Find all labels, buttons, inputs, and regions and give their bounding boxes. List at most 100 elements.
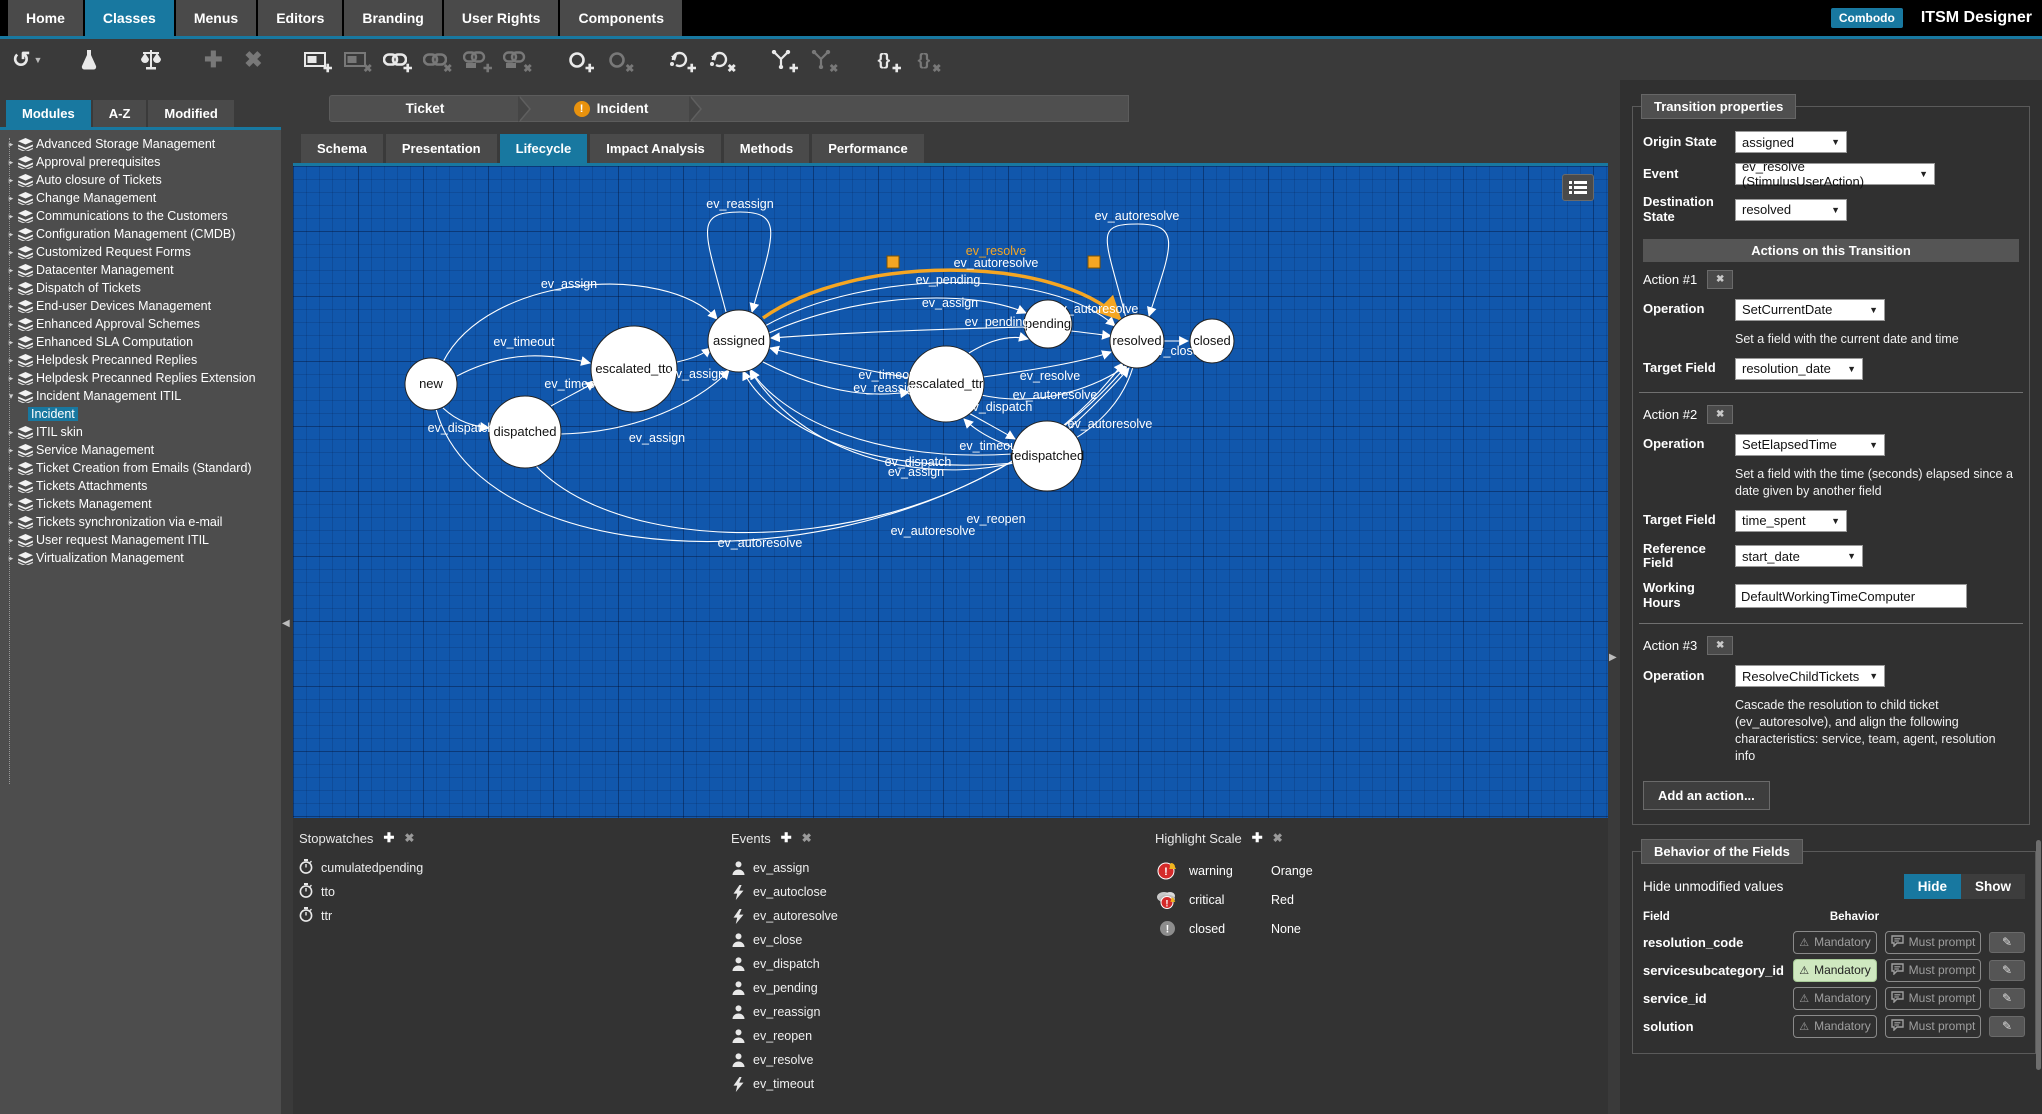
module-item[interactable]: ▸ Change Management	[4, 189, 281, 207]
tree-collapsed-icon[interactable]: ▸	[4, 355, 18, 366]
close-icon[interactable]: ✖	[404, 831, 414, 845]
tree-collapsed-icon[interactable]: ▸	[4, 265, 18, 276]
sidebar-tab-modules[interactable]: Modules	[6, 100, 91, 127]
selection-handle[interactable]	[1087, 255, 1101, 269]
operation-select[interactable]: SetCurrentDate ▼	[1735, 298, 1885, 321]
module-item[interactable]: ▸ Enhanced Approval Schemes	[4, 315, 281, 333]
must-prompt-button[interactable]: Must prompt	[1885, 1014, 1981, 1038]
add-icon[interactable]: ✚	[781, 830, 792, 846]
event-item[interactable]: ev_autoresolve	[731, 904, 838, 928]
add-link-icon[interactable]: ✚	[380, 43, 412, 77]
tree-collapsed-icon[interactable]: ▸	[4, 193, 18, 204]
module-item[interactable]: ▸ Auto closure of Tickets	[4, 171, 281, 189]
stopwatch-item[interactable]: cumulatedpending	[299, 856, 423, 880]
sidebar-tab-a-z[interactable]: A-Z	[92, 100, 147, 127]
event-item[interactable]: ev_reassign	[731, 1000, 838, 1024]
remove-action-button[interactable]: ✖	[1707, 269, 1734, 289]
module-item[interactable]: ▸ Enhanced SLA Computation	[4, 333, 281, 351]
destination-state-select[interactable]: resolved ▼	[1735, 198, 1847, 221]
module-item[interactable]: ▸ Datacenter Management	[4, 261, 281, 279]
transition-ev_pending[interactable]	[968, 332, 1029, 354]
undo-icon[interactable]: ↺ ▼	[12, 43, 42, 77]
module-item[interactable]: ▾ Incident Management ITIL	[4, 387, 281, 405]
left-splitter[interactable]: ◀	[281, 80, 293, 1114]
tree-collapsed-icon[interactable]: ▸	[4, 553, 18, 564]
transition-ev_reassign[interactable]	[707, 211, 772, 313]
test-flask-icon[interactable]	[74, 43, 104, 77]
tree-collapsed-icon[interactable]: ▸	[4, 427, 18, 438]
tab-lifecycle[interactable]: Lifecycle	[499, 134, 588, 163]
breadcrumb-item-ticket[interactable]: Ticket	[330, 96, 520, 121]
module-item[interactable]: ▸ Approval prerequisites	[4, 153, 281, 171]
add-class-icon[interactable]: ✚	[300, 43, 332, 77]
nav-tab-branding[interactable]: Branding	[344, 0, 442, 36]
nav-tab-user-rights[interactable]: User Rights	[443, 0, 559, 36]
transition-ev_autoresolve[interactable]	[1070, 329, 1112, 340]
must-prompt-button[interactable]: Must prompt	[1885, 930, 1981, 954]
tab-presentation[interactable]: Presentation	[385, 134, 497, 163]
tab-methods[interactable]: Methods	[723, 134, 810, 163]
transition-ev_assign[interactable]	[442, 283, 718, 363]
show-button[interactable]: Show	[1961, 873, 2025, 899]
module-item[interactable]: ▸ Customized Request Forms	[4, 243, 281, 261]
sidebar-tab-modified[interactable]: Modified	[148, 100, 234, 127]
tree-collapsed-icon[interactable]: ▸	[4, 301, 18, 312]
operation-select[interactable]: ResolveChildTickets ▼	[1735, 665, 1885, 688]
state-machine-diagram[interactable]: newdispatchedescalated_ttoassignedescala…	[293, 166, 1608, 818]
event-item[interactable]: ev_autoclose	[731, 880, 838, 904]
tree-collapsed-icon[interactable]: ▸	[4, 175, 18, 186]
add-action-button[interactable]: Add an action...	[1643, 780, 1770, 810]
tree-collapsed-icon[interactable]: ▸	[4, 211, 18, 222]
remove-action-button[interactable]: ✖	[1707, 404, 1734, 424]
nav-tab-components[interactable]: Components	[560, 0, 683, 36]
tree-collapsed-icon[interactable]: ▸	[4, 139, 18, 150]
event-item[interactable]: ev_dispatch	[731, 952, 838, 976]
operation-select[interactable]: SetElapsedTime ▼	[1735, 433, 1885, 456]
edit-pencil-button[interactable]: ✎	[1989, 987, 2025, 1009]
tree-collapsed-icon[interactable]: ▸	[4, 373, 18, 384]
module-item[interactable]: ▸ Helpdesk Precanned Replies Extension	[4, 369, 281, 387]
breadcrumb-item-incident[interactable]: ! Incident	[531, 96, 691, 121]
module-item[interactable]: ▸ Ticket Creation from Emails (Standard)	[4, 459, 281, 477]
mandatory-button[interactable]: ⚠ Mandatory	[1793, 1014, 1877, 1038]
add-method-icon[interactable]: { } ✚	[868, 43, 902, 77]
module-item[interactable]: ▸ ITIL skin	[4, 423, 281, 441]
close-icon[interactable]: ✖	[802, 831, 812, 845]
event-item[interactable]: ev_pending	[731, 976, 838, 1000]
nav-tab-editors[interactable]: Editors	[258, 0, 343, 36]
transition-ev_assign[interactable]	[676, 347, 712, 363]
event-item[interactable]: ev_assign	[731, 856, 838, 880]
compare-scales-icon[interactable]	[136, 43, 166, 77]
add-transition-icon[interactable]: ✚	[664, 43, 696, 77]
tab-performance[interactable]: Performance	[812, 134, 924, 163]
module-item[interactable]: ▸ End-user Devices Management	[4, 297, 281, 315]
tree-collapsed-icon[interactable]: ▸	[4, 247, 18, 258]
edit-pencil-button[interactable]: ✎	[1989, 1015, 2025, 1037]
tree-collapsed-icon[interactable]: ▸	[4, 445, 18, 456]
event-item[interactable]: ev_reopen	[731, 1024, 838, 1048]
tree-collapsed-icon[interactable]: ▸	[4, 535, 18, 546]
right-splitter[interactable]: ▶	[1608, 80, 1620, 1114]
tree-collapsed-icon[interactable]: ▸	[4, 229, 18, 240]
origin-state-select[interactable]: assigned ▼	[1735, 131, 1847, 153]
stopwatch-item[interactable]: ttr	[299, 904, 423, 928]
tab-schema[interactable]: Schema	[301, 134, 383, 163]
tree-collapsed-icon[interactable]: ▸	[4, 319, 18, 330]
tree-collapsed-icon[interactable]: ▸	[4, 517, 18, 528]
event-select[interactable]: ev_resolve (StimulusUserAction) ▼	[1735, 159, 1935, 189]
add-state-icon[interactable]: ✚	[562, 43, 594, 77]
scrollbar-thumb[interactable]	[2036, 840, 2041, 1070]
tree-collapsed-icon[interactable]: ▸	[4, 481, 18, 492]
add-icon[interactable]: ✚	[1252, 830, 1263, 846]
mandatory-button[interactable]: ⚠ Mandatory	[1793, 930, 1877, 954]
mandatory-button[interactable]: ⚠ Mandatory	[1793, 986, 1877, 1010]
highlight-item[interactable]: ! closed None	[1155, 914, 1361, 943]
stopwatch-item[interactable]: tto	[299, 880, 423, 904]
module-item[interactable]: ▸ Virtualization Management	[4, 549, 281, 567]
module-item[interactable]: ▸ Advanced Storage Management	[4, 135, 281, 153]
working-hours-input[interactable]	[1735, 584, 1967, 609]
collapse-left-icon[interactable]: ◀	[282, 618, 290, 629]
tree-collapsed-icon[interactable]: ▸	[4, 157, 18, 168]
collapse-right-icon[interactable]: ▶	[1609, 652, 1617, 663]
module-item[interactable]: ▸ Service Management	[4, 441, 281, 459]
